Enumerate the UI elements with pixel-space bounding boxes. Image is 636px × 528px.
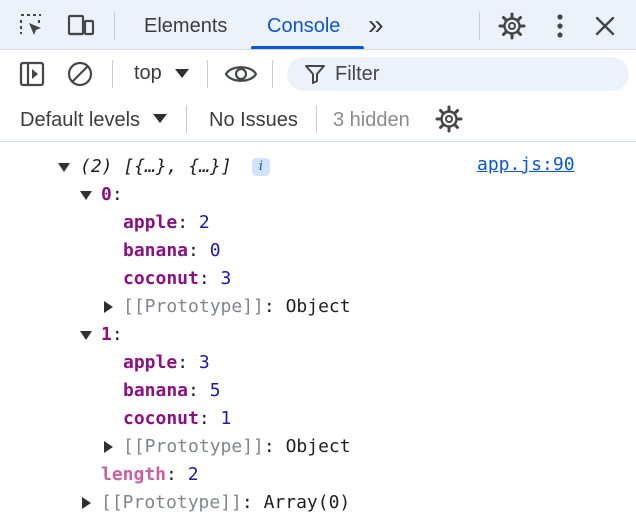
prototype-label: [[Prototype]] xyxy=(101,492,242,513)
info-icon[interactable]: i xyxy=(252,158,270,176)
eye-icon[interactable] xyxy=(224,60,258,88)
toolbar-separator xyxy=(479,12,480,40)
property-value: 0 xyxy=(209,240,221,261)
toolbar-separator xyxy=(207,60,208,88)
length-value: 2 xyxy=(187,464,199,485)
close-icon[interactable] xyxy=(592,13,618,39)
property-row: banana: 5 xyxy=(123,380,221,401)
property-row: apple: 3 xyxy=(123,352,210,373)
prototype-row[interactable]: [[Prototype]]: Object xyxy=(123,293,351,321)
toolbar-separator xyxy=(186,105,187,133)
toolbar-separator xyxy=(114,12,115,40)
property-value: 3 xyxy=(220,268,232,289)
more-tabs-button[interactable]: » xyxy=(368,10,384,40)
property-key: banana xyxy=(123,380,189,401)
active-tab-indicator xyxy=(251,46,364,49)
property-row: coconut: 3 xyxy=(123,268,232,289)
array-index: 0 xyxy=(101,184,112,205)
property-row: apple: 2 xyxy=(123,212,210,233)
log-levels-label: Default levels xyxy=(20,109,141,131)
toolbar-separator xyxy=(316,105,317,133)
prototype-value: Array(0) xyxy=(263,492,351,513)
array-index-row[interactable]: 1: xyxy=(101,321,123,349)
array-prototype-row[interactable]: [[Prototype]]: Array(0) xyxy=(101,489,350,517)
property-key: coconut xyxy=(123,268,199,289)
sidebar-toggle-icon[interactable] xyxy=(18,60,46,88)
levels-dropdown-icon[interactable] xyxy=(153,114,167,123)
device-toolbar-icon[interactable] xyxy=(66,12,96,40)
tab-elements[interactable]: Elements xyxy=(144,14,227,38)
prototype-value: Object xyxy=(285,436,351,457)
gear-icon[interactable] xyxy=(497,11,527,41)
prototype-label: [[Prototype]] xyxy=(123,296,264,317)
filter-icon xyxy=(305,65,325,84)
array-index: 1 xyxy=(101,324,112,345)
toolbar-separator xyxy=(272,60,273,88)
property-value: 2 xyxy=(198,212,210,233)
array-index-row[interactable]: 0: xyxy=(101,181,123,209)
property-key: apple xyxy=(123,352,178,373)
prototype-value: Object xyxy=(285,296,351,317)
context-dropdown-icon[interactable] xyxy=(175,69,189,78)
vertical-dots-icon[interactable] xyxy=(550,12,570,40)
context-selector[interactable]: top xyxy=(134,61,162,85)
property-value: 5 xyxy=(209,380,221,401)
property-row: coconut: 1 xyxy=(123,408,232,429)
length-key: length xyxy=(101,464,167,485)
expand-arrow[interactable] xyxy=(58,163,70,172)
tab-console[interactable]: Console xyxy=(267,14,340,38)
property-key: apple xyxy=(123,212,178,233)
inspect-element-icon[interactable] xyxy=(18,12,46,40)
expand-arrow[interactable] xyxy=(80,191,92,200)
expand-arrow[interactable] xyxy=(80,331,92,340)
property-value: 1 xyxy=(220,408,232,429)
length-row: length: 2 xyxy=(101,464,199,485)
source-link[interactable]: app.js:90 xyxy=(477,151,575,179)
collapse-arrow[interactable] xyxy=(104,441,113,453)
issues-button[interactable]: No Issues xyxy=(209,108,298,132)
filter-placeholder: Filter xyxy=(335,63,380,85)
log-levels-dropdown[interactable]: Default levels xyxy=(20,108,140,132)
collapse-arrow[interactable] xyxy=(82,497,91,509)
toolbar-separator xyxy=(112,60,113,88)
array-summary[interactable]: (2) [{…}, {…}] xyxy=(80,153,232,181)
console-settings-icon[interactable] xyxy=(434,104,464,134)
property-key: banana xyxy=(123,240,189,261)
property-key: coconut xyxy=(123,408,199,429)
prototype-row[interactable]: [[Prototype]]: Object xyxy=(123,433,351,461)
property-value: 3 xyxy=(198,352,210,373)
context-label: top xyxy=(134,62,162,84)
prototype-label: [[Prototype]] xyxy=(123,436,264,457)
clear-console-icon[interactable] xyxy=(66,60,94,88)
hidden-count: 3 hidden xyxy=(333,109,410,131)
collapse-arrow[interactable] xyxy=(104,301,113,313)
property-row: banana: 0 xyxy=(123,240,221,261)
